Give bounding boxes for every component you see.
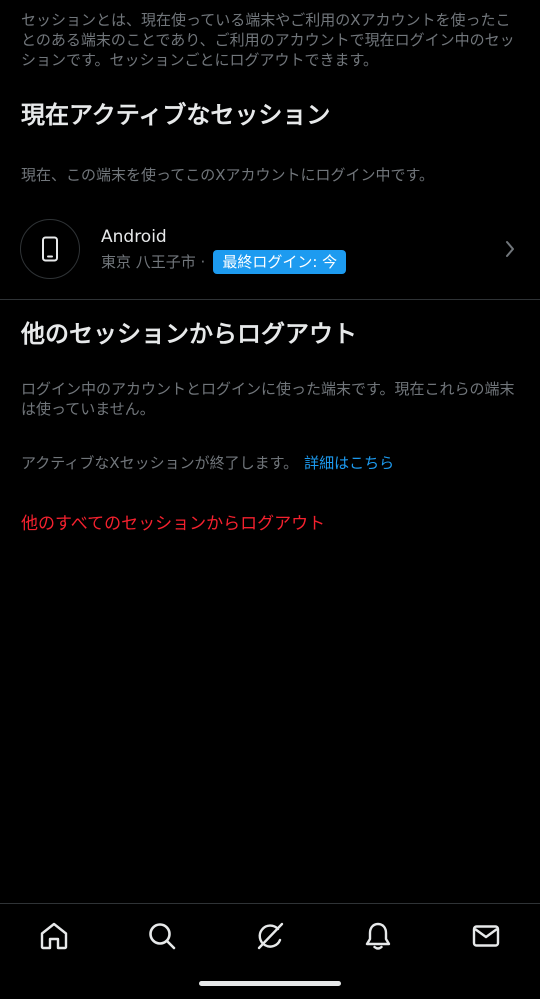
device-name: Android <box>101 227 167 247</box>
home-icon <box>40 922 68 950</box>
current-session-row[interactable]: Android 東京 八王子市 · 最終ログイン: 今 <box>0 212 540 288</box>
section-divider <box>0 299 540 300</box>
active-sessions-title: 現在アクティブなセッション <box>21 101 331 129</box>
bottom-tab-bar <box>0 903 540 968</box>
session-location: 東京 八王子市 · <box>101 253 206 271</box>
home-indicator[interactable] <box>199 981 341 986</box>
tab-messages[interactable] <box>470 920 502 952</box>
bell-icon <box>365 922 391 950</box>
session-end-text: アクティブなXセッションが終了します。 <box>21 454 299 472</box>
mail-icon <box>472 925 500 947</box>
active-sessions-description: 現在、この端末を使ってこのXアカウントにログイン中です。 <box>21 166 435 184</box>
phone-icon <box>42 236 58 262</box>
tab-notifications[interactable] <box>362 920 394 952</box>
learn-more-link[interactable]: 詳細はこちら <box>304 454 394 472</box>
sessions-intro: セッションとは、現在使っている端末やご利用のXアカウントを使ったことのある端末の… <box>21 11 515 69</box>
tab-home[interactable] <box>38 920 70 952</box>
logout-all-sessions-button[interactable]: 他のすべてのセッションからログアウト <box>21 512 325 536</box>
chevron-right-icon <box>506 241 514 257</box>
device-icon-container <box>20 219 80 279</box>
system-navigation-bar <box>0 967 540 999</box>
search-icon <box>149 923 176 950</box>
last-login-badge: 最終ログイン: 今 <box>213 250 347 274</box>
other-sessions-description: ログイン中のアカウントとログインに使った端末です。現在これらの端末は使っていませ… <box>21 380 515 418</box>
tab-grok[interactable] <box>254 920 286 952</box>
other-sessions-title: 他のセッションからログアウト <box>21 320 357 348</box>
grok-icon <box>257 922 284 950</box>
session-end-note: アクティブなXセッションが終了します。 詳細はこちら <box>21 453 521 473</box>
tab-search[interactable] <box>146 920 178 952</box>
device-meta: 東京 八王子市 · 最終ログイン: 今 <box>101 250 347 274</box>
